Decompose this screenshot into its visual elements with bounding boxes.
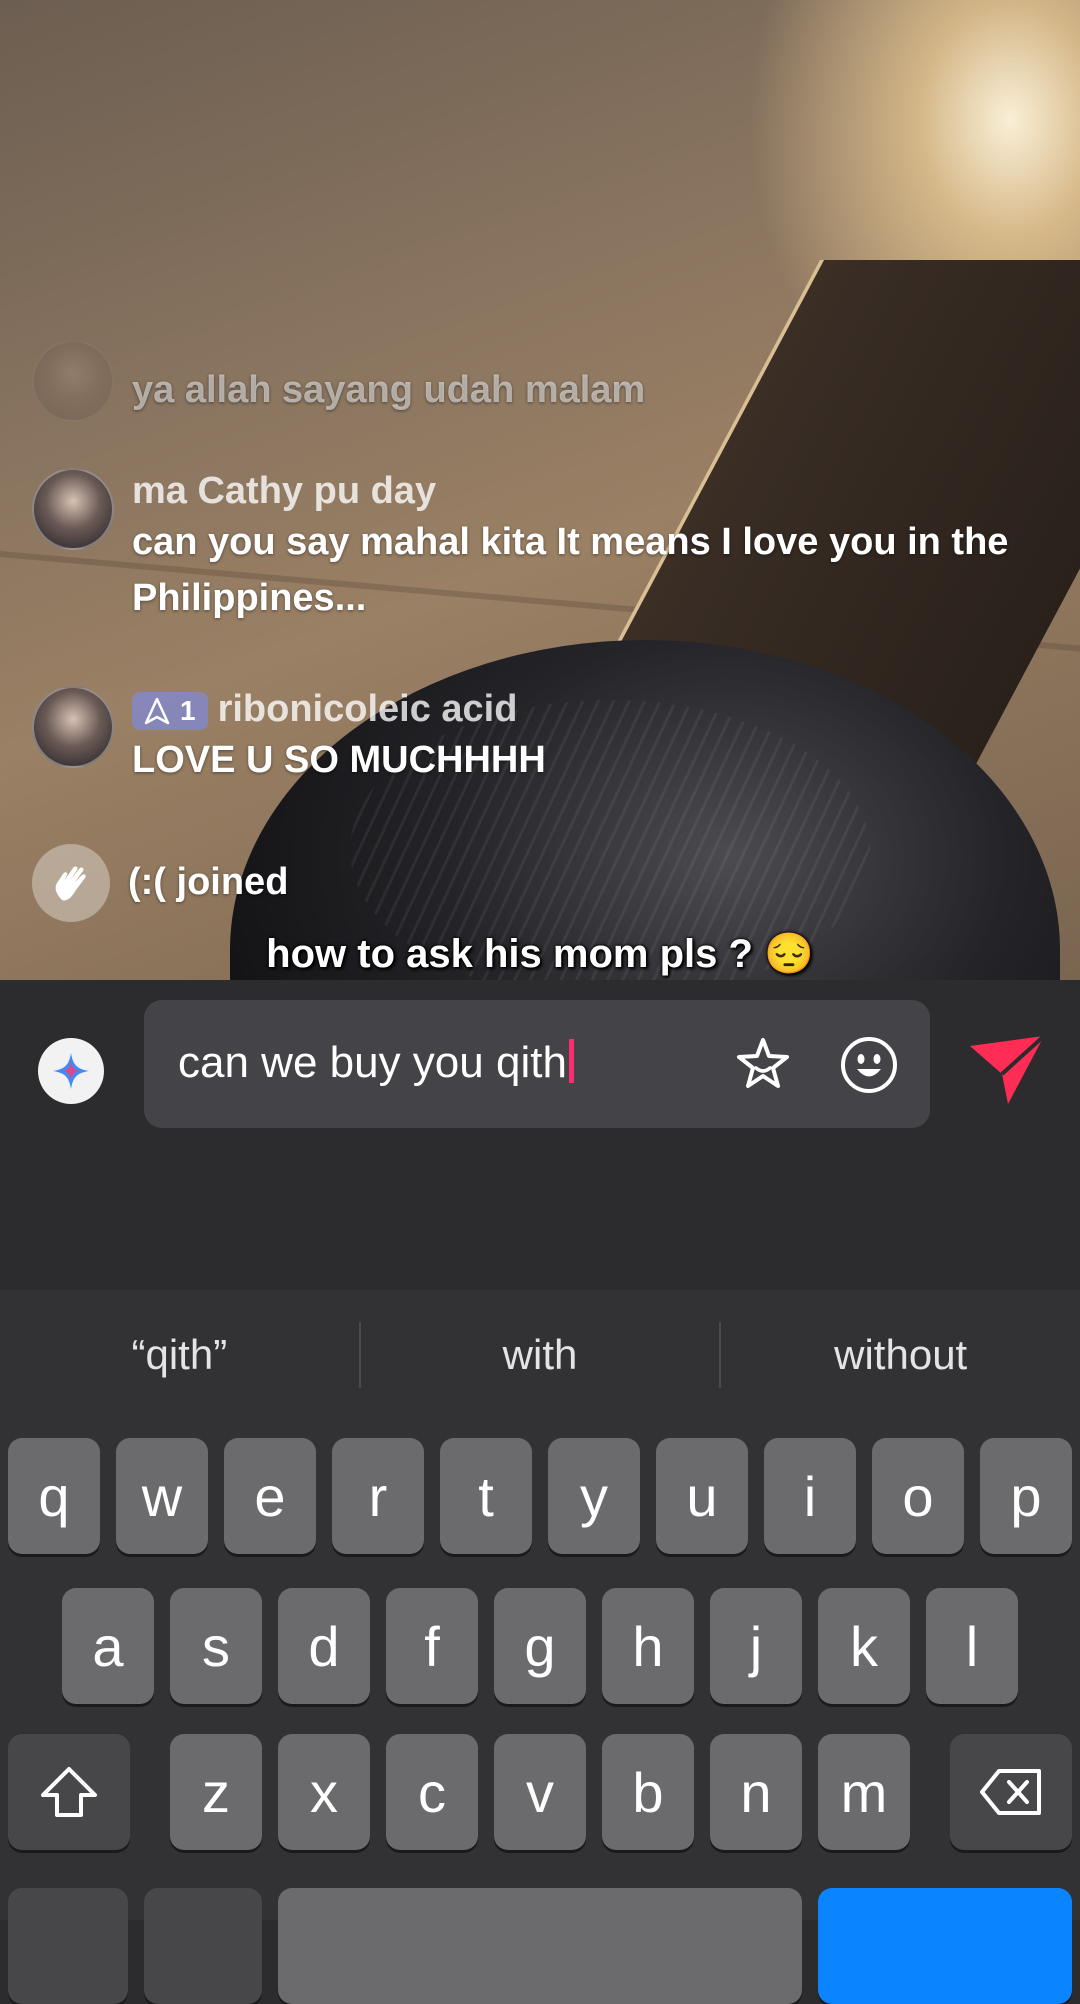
key-k[interactable]: k xyxy=(818,1588,910,1704)
space-key[interactable] xyxy=(278,1888,802,2004)
avatar[interactable] xyxy=(32,686,114,768)
chat-message[interactable]: 1 ribonicoleic acid LOVE U SO MUCHHHH xyxy=(32,686,546,788)
sparkle-icon xyxy=(53,1053,89,1089)
chat-message[interactable]: ya allah sayang udah malam xyxy=(32,340,645,422)
key-y[interactable]: y xyxy=(548,1438,640,1554)
key-p[interactable]: p xyxy=(980,1438,1072,1554)
key-s[interactable]: s xyxy=(170,1588,262,1704)
key-n[interactable]: n xyxy=(710,1734,802,1850)
text-caret xyxy=(568,1039,574,1083)
numbers-key[interactable] xyxy=(8,1888,128,2004)
fan-level-badge: 1 xyxy=(132,691,208,730)
chat-message[interactable]: ma Cathy pu day can you say mahal kita I… xyxy=(32,468,1032,626)
level-icon xyxy=(144,697,170,725)
avatar[interactable] xyxy=(32,340,114,422)
key-b[interactable]: b xyxy=(602,1734,694,1850)
shift-icon xyxy=(41,1767,97,1817)
video-caption: how to ask his mom pls ? 😔 xyxy=(266,932,814,976)
chat-text: ya allah sayang udah malam xyxy=(132,369,646,411)
emoji-icon[interactable] xyxy=(838,1034,900,1096)
key-o[interactable]: o xyxy=(872,1438,964,1554)
chat-username[interactable]: ribonicoleic acid xyxy=(218,688,518,730)
suggestion-bar: “qith” with without xyxy=(0,1320,1080,1390)
join-event: (:( joined xyxy=(32,844,288,922)
suggestion-item[interactable]: with xyxy=(361,1320,720,1390)
comment-composer: can we buy you qith xyxy=(0,980,1080,1290)
key-a[interactable]: a xyxy=(62,1588,154,1704)
chat-username[interactable]: ma Cathy pu day xyxy=(132,468,1032,514)
key-h[interactable]: h xyxy=(602,1588,694,1704)
key-d[interactable]: d xyxy=(278,1588,370,1704)
join-text: (:( joined xyxy=(128,861,289,903)
key-z[interactable]: z xyxy=(170,1734,262,1850)
wave-hand-icon xyxy=(32,844,110,922)
key-g[interactable]: g xyxy=(494,1588,586,1704)
key-x[interactable]: x xyxy=(278,1734,370,1850)
send-button[interactable] xyxy=(968,1034,1046,1106)
key-u[interactable]: u xyxy=(656,1438,748,1554)
key-v[interactable]: v xyxy=(494,1734,586,1850)
shift-key[interactable] xyxy=(8,1734,130,1850)
return-key[interactable] xyxy=(818,1888,1072,2004)
key-c[interactable]: c xyxy=(386,1734,478,1850)
key-l[interactable]: l xyxy=(926,1588,1018,1704)
sticker-icon[interactable] xyxy=(732,1034,794,1096)
emoji-key[interactable] xyxy=(144,1888,262,2004)
key-f[interactable]: f xyxy=(386,1588,478,1704)
chat-text: LOVE U SO MUCHHHH xyxy=(132,739,546,781)
key-t[interactable]: t xyxy=(440,1438,532,1554)
backspace-key[interactable] xyxy=(950,1734,1072,1850)
suggestion-item[interactable]: without xyxy=(721,1320,1080,1390)
key-w[interactable]: w xyxy=(116,1438,208,1554)
comment-input[interactable]: can we buy you qith xyxy=(144,1000,930,1128)
keyboard: “qith” with without qwertyuiop asdfghjkl z… xyxy=(0,1290,1080,2004)
suggestion-item[interactable]: “qith” xyxy=(0,1320,359,1390)
avatar[interactable] xyxy=(32,468,114,550)
ai-sparkle-button[interactable] xyxy=(38,1038,104,1104)
key-q[interactable]: q xyxy=(8,1438,100,1554)
key-m[interactable]: m xyxy=(818,1734,910,1850)
chat-text: can you say mahal kita It means I love y… xyxy=(132,521,1009,619)
key-e[interactable]: e xyxy=(224,1438,316,1554)
comment-input-value[interactable]: can we buy you qith xyxy=(178,1038,567,1087)
key-r[interactable]: r xyxy=(332,1438,424,1554)
backspace-icon xyxy=(980,1769,1041,1815)
key-i[interactable]: i xyxy=(764,1438,856,1554)
key-j[interactable]: j xyxy=(710,1588,802,1704)
